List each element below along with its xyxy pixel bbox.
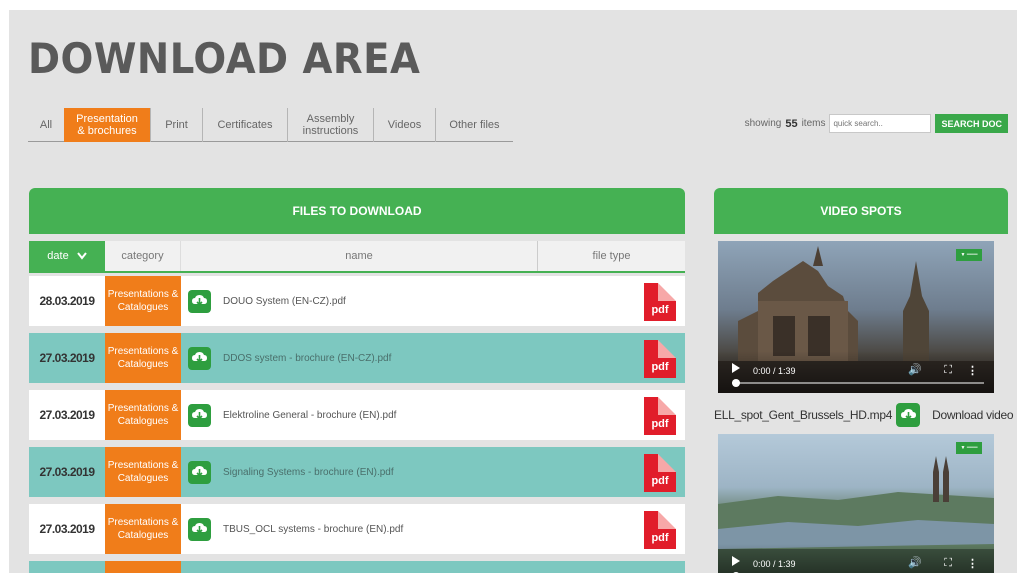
video-time: 0:00 / 1:39 bbox=[753, 559, 796, 569]
play-icon[interactable] bbox=[732, 363, 740, 373]
chevron-down-icon bbox=[76, 252, 87, 260]
pdf-icon[interactable]: pdf bbox=[644, 283, 676, 321]
video-panel-header: VIDEO SPOTS bbox=[714, 188, 1008, 234]
download-icon[interactable] bbox=[188, 460, 211, 484]
download-icon[interactable] bbox=[188, 289, 211, 313]
tab-assembly-instructions[interactable]: Assembly instructions bbox=[287, 108, 373, 142]
tab-all[interactable]: All bbox=[28, 108, 64, 142]
row-category: Presentations & Catalogues bbox=[105, 276, 181, 326]
video-caption: ELL_spot_Gent_Brussels_HD.mp4 Download v… bbox=[714, 403, 1014, 427]
more-options-icon[interactable]: ⋮ bbox=[967, 557, 978, 570]
quick-search-input[interactable] bbox=[829, 114, 932, 133]
video-progress-knob[interactable] bbox=[732, 379, 740, 387]
video-player-2[interactable]: ▼ ═══ 0:00 / 1:39 🔊 ⛶ ⋮ bbox=[718, 434, 994, 573]
pdf-icon[interactable]: pdf bbox=[644, 397, 676, 435]
table-row: 27.03.2019 Presentations & Catalogues El… bbox=[29, 390, 685, 440]
tab-presentation-brochures[interactable]: Presentation & brochures bbox=[64, 108, 150, 142]
files-table-header: date category name file type bbox=[29, 241, 685, 273]
download-video-link[interactable]: Download video bbox=[932, 408, 1014, 422]
video-player-1[interactable]: ▼ ═══ 0:00 / 1:39 🔊 ⛶ ⋮ bbox=[718, 241, 994, 393]
search-area: showing 55 items SEARCH DOC bbox=[745, 114, 1008, 133]
row-date: 27.03.2019 bbox=[39, 408, 95, 422]
row-category: Presentations & Catalogues bbox=[105, 504, 181, 554]
more-options-icon[interactable]: ⋮ bbox=[967, 364, 978, 377]
items-count: 55 bbox=[785, 117, 798, 130]
column-date-label: date bbox=[47, 250, 69, 262]
volume-icon[interactable]: 🔊 bbox=[908, 556, 922, 569]
download-icon[interactable] bbox=[188, 517, 211, 541]
download-icon[interactable] bbox=[188, 403, 211, 427]
showing-prefix: showing bbox=[744, 118, 782, 129]
table-row: 27.03.2019 Presentations & Catalogues DD… bbox=[29, 333, 685, 383]
play-icon[interactable] bbox=[732, 556, 740, 566]
page-title: DOWNLOAD AREA bbox=[28, 34, 421, 83]
pdf-icon[interactable]: pdf bbox=[644, 340, 676, 378]
search-doc-button[interactable]: SEARCH DOC bbox=[935, 114, 1008, 133]
table-row: 27.03.2019 Presentations & Catalogues Si… bbox=[29, 447, 685, 497]
volume-icon[interactable]: 🔊 bbox=[908, 363, 922, 376]
row-category: Presentations & Catalogues bbox=[105, 390, 181, 440]
brand-logo: ▼ ═══ bbox=[956, 249, 982, 261]
download-icon[interactable] bbox=[896, 403, 921, 427]
row-date: 27.03.2019 bbox=[39, 351, 95, 365]
row-file-name[interactable]: Elektroline General - brochure (EN).pdf bbox=[223, 410, 396, 421]
video-progress-bar[interactable] bbox=[732, 382, 984, 384]
row-file-name[interactable]: DOUO System (EN-CZ).pdf bbox=[223, 296, 346, 307]
table-row: 28.03.2019 Presentations & Catalogues DO… bbox=[29, 276, 685, 326]
download-icon[interactable] bbox=[188, 346, 211, 370]
column-category[interactable]: category bbox=[105, 241, 181, 271]
row-date: 27.03.2019 bbox=[39, 522, 95, 536]
tab-print[interactable]: Print bbox=[150, 108, 202, 142]
row-category-partial bbox=[105, 561, 181, 573]
fullscreen-icon[interactable]: ⛶ bbox=[944, 557, 952, 570]
pdf-icon[interactable]: pdf bbox=[644, 511, 676, 549]
video-controls: 0:00 / 1:39 🔊 ⛶ ⋮ bbox=[718, 351, 994, 393]
table-row: 27.03.2019 Presentations & Catalogues TB… bbox=[29, 504, 685, 554]
video-filename: ELL_spot_Gent_Brussels_HD.mp4 bbox=[714, 408, 893, 422]
row-category: Presentations & Catalogues bbox=[105, 447, 181, 497]
row-file-name[interactable]: TBUS_OCL systems - brochure (EN).pdf bbox=[223, 524, 403, 535]
files-table-body: 28.03.2019 Presentations & Catalogues DO… bbox=[29, 276, 685, 573]
brand-logo: ▼ ═══ bbox=[956, 442, 982, 454]
download-page: DOWNLOAD AREA All Presentation & brochur… bbox=[9, 10, 1017, 573]
category-tabs: All Presentation & brochures Print Certi… bbox=[28, 108, 513, 142]
row-date: 28.03.2019 bbox=[39, 294, 95, 308]
video-time: 0:00 / 1:39 bbox=[753, 366, 796, 376]
row-file-name[interactable]: Signaling Systems - brochure (EN).pdf bbox=[223, 467, 394, 478]
column-name[interactable]: name bbox=[181, 241, 538, 271]
tab-other-files[interactable]: Other files bbox=[435, 108, 513, 142]
column-file-type[interactable]: file type bbox=[538, 241, 685, 271]
files-panel-header: FILES TO DOWNLOAD bbox=[29, 188, 685, 234]
column-date[interactable]: date bbox=[29, 241, 105, 271]
showing-suffix: items bbox=[801, 118, 826, 129]
tab-videos[interactable]: Videos bbox=[373, 108, 435, 142]
fullscreen-icon[interactable]: ⛶ bbox=[944, 364, 952, 377]
row-date: 27.03.2019 bbox=[39, 465, 95, 479]
video-controls: 0:00 / 1:39 🔊 ⛶ ⋮ bbox=[718, 544, 994, 573]
row-file-name[interactable]: DDOS system - brochure (EN-CZ).pdf bbox=[223, 353, 391, 364]
row-category: Presentations & Catalogues bbox=[105, 333, 181, 383]
pdf-icon[interactable]: pdf bbox=[644, 454, 676, 492]
table-row bbox=[29, 561, 685, 573]
tab-certificates[interactable]: Certificates bbox=[202, 108, 287, 142]
